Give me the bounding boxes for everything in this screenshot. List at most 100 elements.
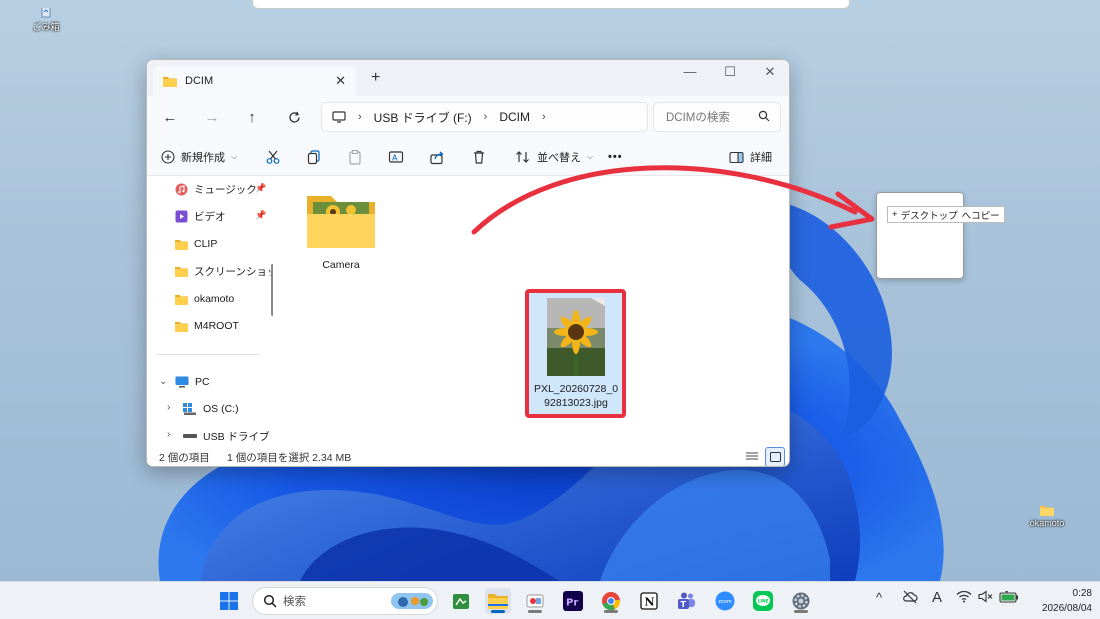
line-icon: LINE [753,591,773,611]
sidebar-item-label: スクリーンショット [194,265,273,278]
chrome-button[interactable] [598,588,624,614]
trash-icon [474,150,484,164]
sidebar-item-pc[interactable]: PC [175,372,210,392]
windows-drive-icon [183,403,196,415]
breadcrumb-usb-drive[interactable]: USB ドライブ (F:) [374,109,472,126]
sidebar-item-okamoto[interactable]: okamoto [175,289,234,309]
tab-dcim[interactable]: DCIM ✕ [153,66,356,96]
show-hidden-icons-button[interactable]: ^ [876,590,882,605]
start-button[interactable] [216,588,242,614]
tile-view-icon [769,452,781,462]
sidebar-item-label: ビデオ [194,210,226,223]
copy-icon [307,150,320,165]
taskbar-search[interactable]: 検索 [252,587,438,615]
large-icons-view-button[interactable] [765,447,785,466]
sidebar-item-music[interactable]: ミュージック [175,179,257,199]
sidebar-item-m4root[interactable]: M4ROOT [175,316,239,336]
folder-icon [175,294,188,305]
title-bar: DCIM ✕ + — ☐ ✕ [147,60,789,96]
sidebar-item-clip[interactable]: CLIP [175,234,217,254]
clock[interactable]: 0:28 2026/08/04 [1022,586,1092,616]
svg-text:LINE: LINE [758,598,769,604]
chevron-right-icon[interactable]: › [167,402,170,413]
image-file-selected[interactable]: PXL_20260728_0 92813023.jpg [531,298,621,410]
item-count: 2 個の項目 [159,451,210,464]
line-button[interactable]: LINE [750,588,776,614]
chevron-right-icon[interactable]: › [167,429,170,440]
search-input[interactable]: DCIMの検索 [653,102,781,132]
notion-button[interactable]: N [636,588,662,614]
folder-camera[interactable]: Camera [305,190,377,272]
address-bar[interactable]: › USB ドライブ (F:) › DCIM › [321,102,648,132]
file-name-line1: PXL_20260728_0 [533,383,619,395]
svg-text:N: N [645,596,655,609]
teams-button[interactable]: T [673,588,699,614]
folder-icon [175,321,188,332]
navigation-pane: ミュージック 📌 ビデオ 📌 CLIP スクリーンショット okamoto M4… [147,176,273,446]
folder-icon [175,266,188,277]
close-window-button[interactable]: ✕ [755,64,785,80]
running-indicator [528,610,542,613]
sidebar-item-usb-drive[interactable]: USB ドライブ (F:) [183,426,273,446]
minimize-button[interactable]: — [675,64,705,79]
breadcrumb-dcim[interactable]: DCIM [499,110,530,124]
new-tab-button[interactable]: + [371,69,380,87]
cut-button[interactable] [265,147,281,167]
forward-button[interactable]: → [201,106,223,128]
rename-button[interactable]: A [388,147,404,167]
details-pane-button[interactable]: 詳細 [729,147,772,167]
back-button[interactable]: ← [159,106,181,128]
paste-button[interactable] [347,147,363,167]
more-options-button[interactable]: ••• [608,147,623,167]
chevron-right-icon[interactable]: › [484,111,488,123]
copy-button[interactable] [306,147,322,167]
delete-button[interactable] [471,147,487,167]
sidebar-item-video[interactable]: ビデオ [175,206,226,226]
sort-button-label: 並べ替え [537,152,581,164]
usb-drive-icon [183,434,197,438]
music-icon [175,183,188,195]
up-button[interactable]: ↑ [241,106,263,128]
chevron-right-icon[interactable]: › [542,111,546,123]
snipping-tool-button[interactable] [522,588,548,614]
ime-indicator[interactable]: A [932,589,942,606]
close-tab-icon[interactable]: ✕ [335,73,346,89]
folder-icon [175,239,188,250]
chevron-down-icon[interactable]: ⌄ [159,376,167,387]
settings-button[interactable] [788,588,814,614]
navigation-bar: ← → ↑ › USB ドライブ (F:) › DCIM › DCIMの検索 [147,96,789,138]
chevron-right-icon[interactable]: › [358,111,362,123]
sidebar-item-label: PC [195,376,210,388]
date: 2026/08/04 [1041,603,1092,614]
wifi-icon[interactable] [956,590,972,606]
new-button[interactable]: 新規作成 ⌵ [161,147,237,167]
battery-icon[interactable] [999,590,1019,606]
sort-button[interactable]: 並べ替え ⌵ [515,147,593,167]
maximize-button[interactable]: ☐ [715,64,745,80]
desktop-folder-okamoto[interactable]: okamoto [1025,504,1069,528]
premiere-pro-button[interactable]: Pr [560,588,586,614]
details-label: 詳細 [750,152,772,164]
pin-icon: 📌 [255,183,267,193]
cloud-off-icon[interactable] [902,590,918,607]
time: 0:28 [1072,588,1092,599]
running-indicator [491,610,505,613]
svg-text:T: T [681,600,687,609]
sidebar-item-screenshots[interactable]: スクリーンショット [175,261,273,281]
details-pane-icon [729,151,744,163]
sidebar-scrollbar[interactable] [271,264,273,316]
sticky-app-button[interactable] [448,588,474,614]
volume-muted-icon[interactable] [978,590,994,606]
windows-start-icon [220,592,238,610]
running-indicator [604,610,618,613]
share-button[interactable] [429,147,445,167]
sidebar-item-os-drive[interactable]: OS (C:) [183,399,239,419]
file-list: Camera PXL_20260728_0 92813023.jpg [283,176,789,446]
details-view-button[interactable] [742,447,762,466]
recycle-bin[interactable]: ごみ箱 [24,4,68,33]
refresh-button[interactable] [283,106,305,128]
svg-text:zoom: zoom [718,599,732,605]
file-explorer-taskbar-button[interactable] [485,588,511,614]
sidebar-item-label: USB ドライブ (F:) [203,430,273,443]
zoom-button[interactable]: zoom [712,588,738,614]
